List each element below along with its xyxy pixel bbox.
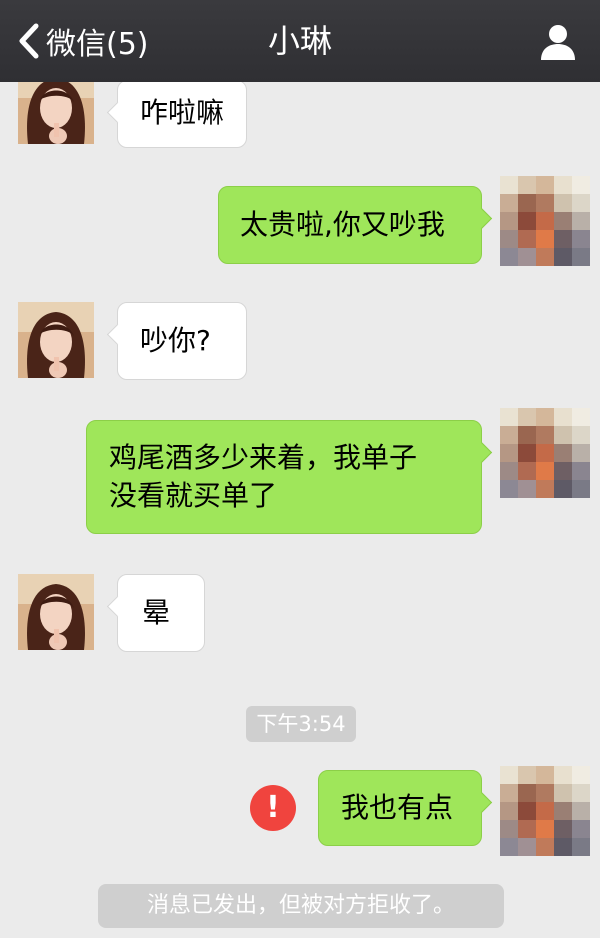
- message-text: 太贵啦,你又吵我: [240, 208, 445, 241]
- message-bubble-received[interactable]: 咋啦嘛: [106, 82, 247, 148]
- message-text: 鸡尾酒多少来着，我单子 没看就买单了: [109, 441, 418, 512]
- message-bubble-sent[interactable]: 我也有点: [318, 770, 493, 846]
- person-icon[interactable]: [538, 22, 578, 62]
- self-avatar[interactable]: [500, 766, 590, 856]
- chevron-left-icon: [19, 23, 39, 59]
- back-button[interactable]: 微信(5): [16, 18, 149, 64]
- self-avatar[interactable]: [500, 408, 590, 498]
- message-bubble-sent[interactable]: 太贵啦,你又吵我: [218, 186, 493, 264]
- back-label: 微信(5): [46, 27, 149, 62]
- message-bubble-received[interactable]: 晕: [106, 574, 205, 652]
- timestamp: 下午3:54: [246, 706, 356, 742]
- message-text: 晕: [142, 596, 171, 629]
- message-text: 我也有点: [341, 791, 454, 824]
- self-avatar[interactable]: [500, 176, 590, 266]
- contact-avatar[interactable]: [18, 82, 94, 144]
- message-bubble-received[interactable]: 吵你?: [106, 302, 247, 380]
- contact-avatar[interactable]: [18, 302, 94, 378]
- message-bubble-sent[interactable]: 鸡尾酒多少来着，我单子 没看就买单了: [86, 420, 493, 534]
- system-notice: 消息已发出，但被对方拒收了。: [98, 884, 504, 928]
- message-text: 吵你?: [140, 324, 211, 357]
- contact-avatar[interactable]: [18, 574, 94, 650]
- chat-history[interactable]: 咋啦嘛 太贵啦,你又吵我 吵你? 鸡尾酒多少来着，我单子 没看就买单了 晕 下午…: [0, 82, 600, 938]
- exclamation-circle-icon[interactable]: !: [250, 785, 296, 831]
- nav-bar: 微信(5) 小琳: [0, 0, 600, 82]
- message-text: 咋啦嘛: [140, 96, 225, 129]
